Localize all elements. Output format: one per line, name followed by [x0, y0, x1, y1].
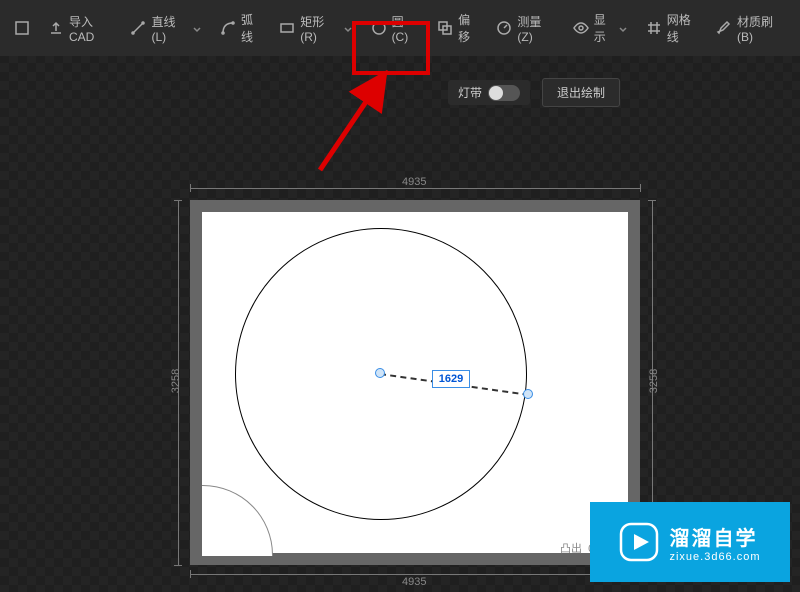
- toolbar: 导入CAD 直线 (L) 弧线 矩形 (R) 圆 (C) 偏移 测量 (Z) 显…: [0, 0, 800, 56]
- light-strip-toggle[interactable]: [488, 85, 520, 101]
- watermark-text: 溜溜自学 zixue.3d66.com: [669, 522, 760, 563]
- dim-left-value: 3258: [170, 369, 182, 393]
- dim-tick: [174, 565, 182, 566]
- offset-tool-button[interactable]: 偏移: [429, 10, 486, 46]
- light-strip-label: 灯带: [458, 84, 482, 101]
- extrude-label: 凸出: [560, 543, 582, 555]
- radius-end-handle[interactable]: [523, 389, 533, 399]
- grid-icon: [646, 20, 662, 36]
- chevron-down-icon: [192, 23, 202, 33]
- upload-icon: [48, 20, 64, 36]
- wall-left: [190, 200, 202, 565]
- center-handle[interactable]: [375, 368, 385, 378]
- canvas[interactable]: 4935 4935 3258 3258 1629 凸出 0: [170, 170, 660, 580]
- watermark-main: 溜溜自学: [669, 522, 760, 551]
- offset-tool-label: 偏移: [458, 11, 478, 45]
- arc-tool-label: 弧线: [241, 11, 261, 45]
- circle-tool-button[interactable]: 圆 (C): [363, 10, 428, 46]
- material-brush-button[interactable]: 材质刷 (B): [708, 10, 794, 46]
- dim-line-bottom: [190, 574, 640, 575]
- grid-tool-button[interactable]: 网格线: [638, 10, 706, 46]
- truncated-button[interactable]: [6, 10, 38, 46]
- dim-tick: [640, 184, 641, 192]
- circle-icon: [371, 20, 387, 36]
- import-cad-button[interactable]: 导入CAD: [40, 10, 120, 46]
- eye-icon: [573, 20, 589, 36]
- ruler-icon: [496, 20, 512, 36]
- watermark-play-icon: [619, 522, 659, 562]
- secondary-toolbar: 灯带 退出绘制: [448, 78, 620, 107]
- dim-tick: [190, 570, 191, 578]
- dim-top-value: 4935: [402, 176, 426, 188]
- wall-top: [190, 200, 640, 212]
- import-cad-label: 导入CAD: [69, 13, 112, 44]
- arc-tool-button[interactable]: 弧线: [212, 10, 269, 46]
- display-tool-label: 显示: [594, 11, 613, 45]
- arc-icon: [220, 20, 236, 36]
- generic-icon: [14, 20, 30, 36]
- watermark: 溜溜自学 zixue.3d66.com: [590, 502, 790, 582]
- measure-tool-label: 测量 (Z): [517, 13, 554, 44]
- chevron-down-icon: [343, 23, 353, 33]
- chevron-down-icon: [618, 23, 628, 33]
- grid-tool-label: 网格线: [667, 11, 698, 45]
- exit-draw-button[interactable]: 退出绘制: [542, 78, 620, 107]
- rect-tool-button[interactable]: 矩形 (R): [271, 10, 360, 46]
- display-tool-button[interactable]: 显示: [565, 10, 636, 46]
- circle-tool-label: 圆 (C): [392, 13, 420, 44]
- rect-icon: [279, 20, 295, 36]
- offset-icon: [437, 20, 453, 36]
- dim-tick: [190, 184, 191, 192]
- dim-bottom-value: 4935: [402, 576, 426, 588]
- brush-icon: [716, 20, 732, 36]
- dim-line-top: [190, 188, 640, 189]
- dim-tick: [174, 200, 182, 201]
- measure-tool-button[interactable]: 测量 (Z): [488, 10, 562, 46]
- material-brush-label: 材质刷 (B): [737, 13, 786, 44]
- line-tool-button[interactable]: 直线 (L): [122, 10, 210, 46]
- watermark-sub: zixue.3d66.com: [669, 551, 760, 563]
- dim-right-value: 3258: [648, 369, 660, 393]
- dim-tick: [648, 200, 656, 201]
- line-icon: [130, 20, 146, 36]
- light-strip-toggle-group: 灯带: [448, 80, 530, 105]
- line-tool-label: 直线 (L): [151, 13, 187, 44]
- radius-input[interactable]: 1629: [432, 370, 470, 388]
- rect-tool-label: 矩形 (R): [300, 13, 337, 44]
